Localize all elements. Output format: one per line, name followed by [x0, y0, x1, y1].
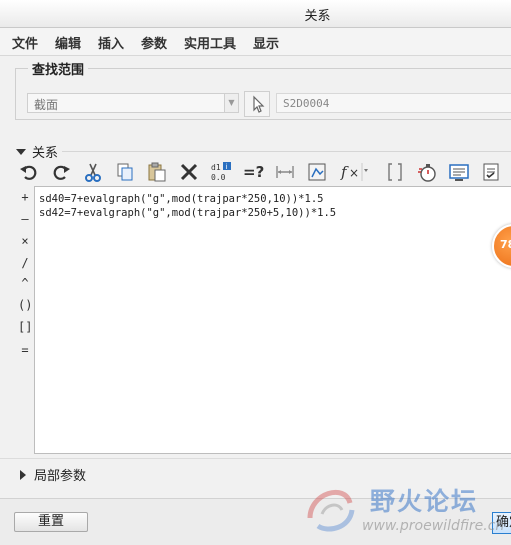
- operator-multiply[interactable]: ×: [18, 234, 32, 248]
- insert-function-button[interactable]: f ×: [338, 158, 376, 186]
- equals-question-icon: =?: [243, 163, 264, 181]
- sort-document-icon: [308, 163, 326, 181]
- watermark: 野火论坛 www.proewildfire.cn: [300, 478, 511, 545]
- brackets-icon: [388, 163, 402, 181]
- relations-editor[interactable]: sd40=7+evalgraph("g",mod(trajpar*250,10)…: [34, 186, 511, 454]
- operator-equals[interactable]: =: [18, 343, 32, 357]
- monitor-list-icon: [449, 164, 469, 181]
- dimension-symbols-icon: d10.0i: [211, 162, 231, 182]
- title-bar: 关系: [0, 0, 511, 28]
- scope-type-value: 截面: [34, 98, 59, 112]
- menu-file[interactable]: 文件: [12, 33, 38, 52]
- delete-button[interactable]: [176, 158, 202, 186]
- operator-parentheses[interactable]: (): [18, 298, 32, 312]
- menu-bar: 文件 编辑 插入 参数 实用工具 显示: [0, 28, 511, 56]
- collapse-triangle-icon: [16, 149, 26, 155]
- paste-button[interactable]: [144, 158, 170, 186]
- window-title: 关系: [304, 9, 331, 24]
- search-scope-group: 查找范围 截面 ▼ S2D0004: [15, 59, 511, 120]
- undo-button[interactable]: [16, 158, 42, 186]
- checklist-button[interactable]: [478, 158, 504, 186]
- operator-plus[interactable]: +: [18, 190, 32, 204]
- local-parameters-toggle[interactable]: 局部参数: [20, 465, 86, 484]
- search-scope-label: 查找范围: [28, 59, 89, 78]
- expand-triangle-icon: [20, 470, 26, 480]
- scope-type-select[interactable]: 截面 ▼: [27, 93, 239, 113]
- watermark-logo-icon: [307, 489, 355, 532]
- insert-dimension-button[interactable]: [272, 158, 298, 186]
- evaluate-button[interactable]: =?: [240, 158, 266, 186]
- cursor-arrow-icon: [253, 95, 265, 113]
- svg-text:=?: =?: [243, 163, 264, 181]
- insert-parentheses-button[interactable]: [382, 158, 408, 186]
- copy-icon: [117, 163, 133, 181]
- section-divider: [62, 151, 511, 152]
- undo-icon: [20, 165, 37, 180]
- select-pointer-button[interactable]: [244, 91, 270, 117]
- operator-divide[interactable]: /: [18, 256, 32, 270]
- relation-line[interactable]: sd40=7+evalgraph("g",mod(trajpar*250,10)…: [39, 193, 509, 207]
- menu-display[interactable]: 显示: [253, 33, 279, 52]
- verify-relations-button[interactable]: [414, 158, 440, 186]
- stopwatch-icon: [418, 164, 436, 182]
- operator-brackets[interactable]: []: [18, 320, 32, 334]
- menu-utilities[interactable]: 实用工具: [184, 33, 236, 52]
- sort-relations-button[interactable]: [304, 158, 330, 186]
- checklist-icon: [483, 163, 499, 181]
- relations-toolbar: d1 0.0 i =? f ×: [14, 158, 511, 186]
- svg-text:d1: d1: [211, 163, 221, 172]
- reset-button[interactable]: 重置: [14, 512, 88, 532]
- operator-power[interactable]: ^: [18, 276, 32, 290]
- menu-insert[interactable]: 插入: [98, 33, 124, 52]
- section-divider: [0, 458, 511, 459]
- watermark-text: 野火论坛: [370, 487, 479, 516]
- menu-edit[interactable]: 编辑: [55, 33, 81, 52]
- local-parameters-label: 局部参数: [34, 469, 87, 484]
- dimension-icon: [276, 166, 294, 178]
- watermark-url: www.proewildfire.cn: [362, 518, 505, 534]
- switch-dimension-symbols-button[interactable]: d1 0.0 i: [208, 158, 234, 186]
- svg-text:×: ×: [349, 166, 359, 180]
- scissors-icon: [85, 163, 101, 182]
- svg-text:f: f: [340, 163, 349, 181]
- svg-text:0.0: 0.0: [211, 173, 226, 182]
- redo-button[interactable]: [48, 158, 74, 186]
- relation-line[interactable]: sd42=7+evalgraph("g",mod(trajpar*250+5,1…: [39, 207, 509, 221]
- function-fx-icon: f ×: [340, 163, 368, 181]
- show-parameters-button[interactable]: [446, 158, 472, 186]
- cut-button[interactable]: [80, 158, 106, 186]
- copy-button[interactable]: [112, 158, 138, 186]
- menu-parameters[interactable]: 参数: [141, 33, 167, 52]
- redo-icon: [53, 165, 70, 180]
- delete-x-icon: [180, 163, 198, 181]
- operator-minus[interactable]: –: [18, 212, 32, 226]
- scope-field-value: S2D0004: [276, 93, 511, 113]
- svg-text:i: i: [226, 163, 228, 171]
- paste-icon: [148, 162, 166, 182]
- chevron-down-icon[interactable]: ▼: [224, 94, 238, 112]
